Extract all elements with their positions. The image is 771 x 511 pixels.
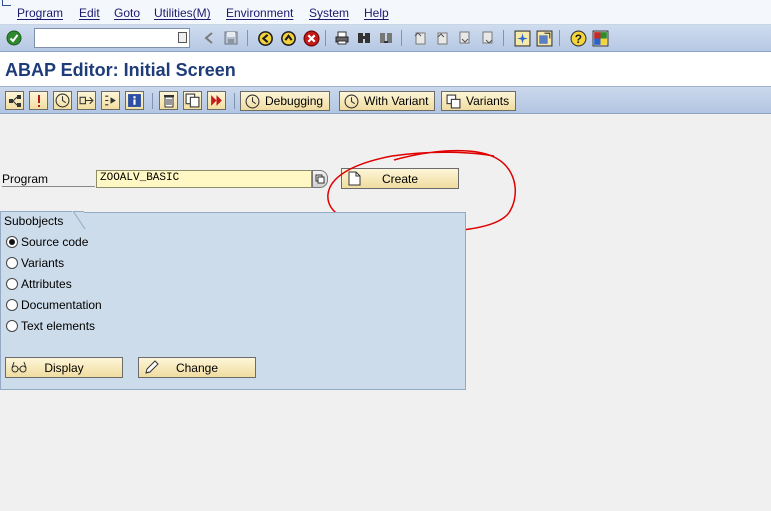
command-history-icon[interactable] <box>178 32 187 43</box>
with-variant-label: With Variant <box>364 94 429 108</box>
menu-system[interactable]: System <box>309 6 349 20</box>
where-used-icon[interactable] <box>29 91 48 110</box>
info-icon[interactable] <box>125 91 144 110</box>
menu-program[interactable]: Program <box>17 6 63 20</box>
find-icon[interactable] <box>355 29 373 47</box>
next-page-icon[interactable] <box>456 29 474 47</box>
program-input[interactable]: ZOOALV_BASIC <box>96 170 312 188</box>
display-button[interactable]: Display <box>5 357 123 378</box>
save-icon[interactable] <box>222 29 240 47</box>
system-toolbar: ? <box>0 25 771 52</box>
value-help-icon[interactable] <box>312 170 328 188</box>
svg-text:?: ? <box>574 32 581 45</box>
last-page-icon[interactable] <box>479 29 497 47</box>
shortcut-icon[interactable] <box>535 29 553 47</box>
change-label: Change <box>175 361 219 375</box>
menu-edit[interactable]: Edit <box>79 6 100 20</box>
copy-icon[interactable] <box>183 91 202 110</box>
help-icon[interactable]: ? <box>569 29 587 47</box>
object-list-icon[interactable] <box>5 91 24 110</box>
menu-environment[interactable]: Environment <box>226 6 293 20</box>
change-button[interactable]: Change <box>138 357 256 378</box>
radio-variants[interactable]: Variants <box>6 255 64 271</box>
variants-button[interactable]: Variants <box>441 91 517 111</box>
debugging-button[interactable]: Debugging <box>240 91 331 111</box>
application-toolbar: Debugging With Variant Variants <box>0 86 771 114</box>
create-button[interactable]: Create <box>341 168 459 189</box>
radio-label: Source code <box>21 235 89 249</box>
debugging-label: Debugging <box>265 94 324 108</box>
subobjects-title: Subobjects <box>4 214 64 228</box>
radio-documentation[interactable]: Documentation <box>6 297 102 313</box>
cancel-icon[interactable] <box>302 29 320 47</box>
label-underline <box>2 186 95 187</box>
enter-icon[interactable] <box>5 29 23 47</box>
display-label: Display <box>44 361 84 375</box>
radio-selected-dot <box>9 239 15 245</box>
radio-source-code[interactable]: Source code <box>6 234 88 250</box>
check-icon[interactable] <box>77 91 96 110</box>
create-session-icon[interactable] <box>513 29 531 47</box>
exit-icon[interactable] <box>279 29 297 47</box>
radio-label: Attributes <box>21 277 72 291</box>
toolbar-separator <box>325 30 326 46</box>
previous-page-icon[interactable] <box>433 29 451 47</box>
screen-title: ABAP Editor: Initial Screen <box>5 60 236 80</box>
menu-bar: Program Edit Goto Utilities(M) Environme… <box>0 0 771 25</box>
radio-text-elements[interactable]: Text elements <box>6 318 95 334</box>
create-label: Create <box>381 171 419 186</box>
delete-icon[interactable] <box>159 91 178 110</box>
toolbar-separator <box>559 30 560 46</box>
radio-button[interactable] <box>6 257 18 269</box>
debugging-icon <box>245 94 260 108</box>
title-bar: ABAP Editor: Initial Screen <box>0 52 771 86</box>
radio-attributes[interactable]: Attributes <box>6 276 72 292</box>
toolbar-separator <box>152 93 153 109</box>
find-next-icon[interactable] <box>377 29 395 47</box>
radio-button[interactable] <box>6 278 18 290</box>
test-icon[interactable] <box>53 91 72 110</box>
toolbar-separator <box>503 30 504 46</box>
radio-label: Variants <box>21 256 65 270</box>
variants-label: Variants <box>466 94 510 108</box>
radio-label: Documentation <box>21 298 102 312</box>
program-label: Program <box>2 172 49 186</box>
command-field[interactable] <box>34 28 190 48</box>
toolbar-separator <box>247 30 248 46</box>
radio-button[interactable] <box>6 299 18 311</box>
back-green-icon[interactable] <box>256 29 274 47</box>
command-input[interactable] <box>35 29 175 47</box>
radio-button[interactable] <box>6 236 18 248</box>
first-page-icon[interactable] <box>411 29 429 47</box>
menu-goto[interactable]: Goto <box>114 6 140 20</box>
customize-layout-icon[interactable] <box>591 29 609 47</box>
rename-icon[interactable] <box>207 91 226 110</box>
toolbar-separator <box>401 30 402 46</box>
variants-icon <box>446 94 461 108</box>
with-variant-button[interactable]: With Variant <box>339 91 436 111</box>
back-icon[interactable] <box>200 29 218 47</box>
activate-icon[interactable] <box>101 91 120 110</box>
clock-icon <box>344 94 359 108</box>
print-icon[interactable] <box>333 29 351 47</box>
window-menu-icon[interactable] <box>2 0 11 6</box>
toolbar-separator <box>234 93 235 109</box>
menu-utilities[interactable]: Utilities(M) <box>154 6 211 20</box>
radio-button[interactable] <box>6 320 18 332</box>
radio-label: Text elements <box>21 319 96 333</box>
menu-help[interactable]: Help <box>364 6 389 20</box>
